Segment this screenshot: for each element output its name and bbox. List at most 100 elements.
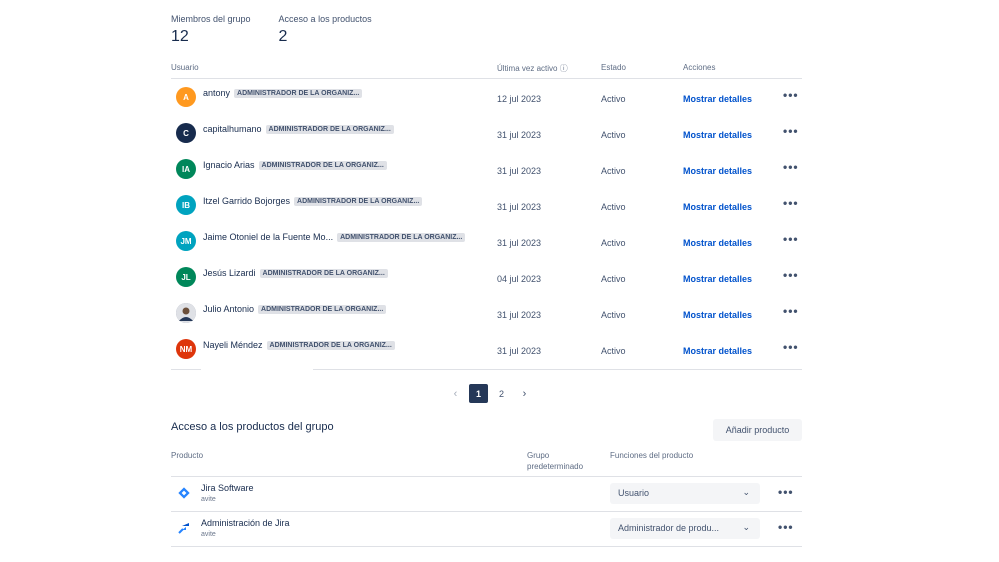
status-text: Activo: [601, 238, 626, 248]
role-badge: ADMINISTRADOR DE LA ORGANIZ...: [259, 269, 388, 278]
show-details-link[interactable]: Mostrar detalles: [683, 310, 752, 320]
members-count: 12: [171, 28, 189, 45]
avatar-initials: C: [183, 128, 189, 138]
user-name-cell: Nayeli Méndez ADMINISTRADOR DE LA ORGANIZ…: [203, 340, 395, 350]
table-row: Ccapitalhumano ADMINISTRADOR DE LA ORGANI…: [171, 115, 802, 151]
more-actions-icon[interactable]: •••: [783, 268, 799, 282]
products-section-title: Acceso a los productos del grupo: [171, 421, 334, 433]
show-details-link[interactable]: Mostrar detalles: [683, 202, 752, 212]
more-actions-icon[interactable]: •••: [783, 340, 799, 354]
show-details-link[interactable]: Mostrar detalles: [683, 346, 752, 356]
products-label: Acceso a los productos: [278, 14, 372, 24]
table-row: JM Jaime Otoniel de la Fuente Mo... ADMINI…: [171, 223, 802, 259]
product-role-value: Administrador de produ...: [618, 523, 720, 533]
user-photo-icon: [176, 303, 196, 323]
avatar[interactable]: A: [176, 87, 196, 107]
prev-page-icon[interactable]: ‹: [446, 384, 465, 403]
show-details-link[interactable]: Mostrar detalles: [683, 94, 752, 104]
more-actions-icon[interactable]: •••: [778, 520, 794, 534]
avatar[interactable]: C: [176, 123, 196, 143]
page-button-2[interactable]: 2: [492, 384, 511, 403]
header-status: Estado: [601, 63, 626, 72]
page-button-1[interactable]: 1: [469, 384, 488, 403]
avatar[interactable]: IA: [176, 159, 196, 179]
more-actions-icon[interactable]: •••: [783, 88, 799, 102]
table-row: NM Nayeli Méndez ADMINISTRADOR DE LA ORGAN…: [171, 331, 802, 367]
user-name[interactable]: Ignacio Arias: [203, 160, 255, 170]
next-page-icon[interactable]: ›: [515, 384, 534, 403]
status-text: Activo: [601, 346, 626, 356]
role-badge: ADMINISTRADOR DE LA ORGANIZ...: [258, 161, 387, 170]
more-actions-icon[interactable]: •••: [778, 485, 794, 499]
last-active-date: 31 jul 2023: [497, 238, 542, 248]
user-name-cell: Jesús Lizardi ADMINISTRADOR DE LA ORGANIZ…: [203, 268, 388, 278]
status-text: Activo: [601, 274, 626, 284]
role-badge: ADMINISTRADOR DE LA ORGANIZ...: [258, 305, 387, 314]
user-name-cell: Jaime Otoniel de la Fuente Mo... ADMINIST…: [203, 232, 466, 242]
users-table-body: Aantony ADMINISTRADOR DE LA ORGANIZ... 12 …: [171, 79, 802, 367]
group-stats: Miembros del grupo 12 Acceso a los produ…: [171, 14, 372, 46]
user-name-cell: Itzel Garrido Bojorges ADMINISTRADOR DE L…: [203, 196, 423, 206]
header-last-active-label: Última vez activo: [497, 64, 558, 73]
avatar[interactable]: JL: [176, 267, 196, 287]
role-badge: ADMINISTRADOR DE LA ORGANIZ...: [337, 233, 466, 242]
avatar[interactable]: [176, 303, 196, 323]
more-actions-icon[interactable]: •••: [783, 124, 799, 138]
header-user: Usuario: [171, 63, 199, 72]
user-name[interactable]: capitalhumano: [203, 124, 262, 134]
avatar[interactable]: JM: [176, 231, 196, 251]
user-name[interactable]: Julio Antonio: [203, 304, 254, 314]
products-table: Producto Grupo predeterminado Funciones …: [171, 449, 802, 547]
user-name[interactable]: Itzel Garrido Bojorges: [203, 196, 290, 206]
products-table-header: Producto Grupo predeterminado Funciones …: [171, 449, 802, 477]
more-actions-icon[interactable]: •••: [783, 232, 799, 246]
user-name[interactable]: antony: [203, 88, 230, 98]
table-row: JL Jesús Lizardi ADMINISTRADOR DE LA ORGAN…: [171, 259, 802, 295]
avatar[interactable]: IB: [176, 195, 196, 215]
avatar-initials: NM: [179, 344, 193, 354]
jira-software-icon: [176, 485, 192, 501]
jira-admin-icon: [176, 520, 192, 536]
show-details-link[interactable]: Mostrar detalles: [683, 166, 752, 176]
header-product: Producto: [171, 451, 204, 460]
add-product-button[interactable]: Añadir producto: [713, 419, 802, 441]
more-actions-icon[interactable]: •••: [783, 196, 799, 210]
avatar-initials: IA: [182, 164, 190, 174]
last-active-date: 31 jul 2023: [497, 310, 542, 320]
avatar-initials: IB: [182, 200, 190, 210]
header-last-active: Última vez activo ⓘ: [497, 63, 568, 74]
product-site: avite: [201, 531, 216, 538]
more-actions-icon[interactable]: •••: [783, 304, 799, 318]
table-row: Aantony ADMINISTRADOR DE LA ORGANIZ... 12 …: [171, 79, 802, 115]
user-name-cell: Ignacio Arias ADMINISTRADOR DE LA ORGANIZ…: [203, 160, 387, 170]
show-details-link[interactable]: Mostrar detalles: [683, 274, 752, 284]
chevron-down-icon: ⌄: [742, 522, 750, 532]
status-text: Activo: [601, 310, 626, 320]
product-role-select[interactable]: Usuario ⌄: [610, 483, 760, 504]
role-badge: ADMINISTRADOR DE LA ORGANIZ...: [265, 125, 394, 134]
users-table-header: Usuario Última vez activo ⓘ Estado Accio…: [171, 62, 802, 79]
user-name[interactable]: Jesús Lizardi: [203, 268, 256, 278]
product-role-value: Usuario: [618, 488, 650, 498]
product-site: avite: [201, 496, 216, 503]
users-table-footer-divider: [171, 369, 802, 370]
show-details-link[interactable]: Mostrar detalles: [683, 130, 752, 140]
user-name[interactable]: Nayeli Méndez: [203, 340, 263, 350]
user-name-cell: antony ADMINISTRADOR DE LA ORGANIZ...: [203, 88, 363, 98]
more-actions-icon[interactable]: •••: [783, 160, 799, 174]
role-badge: ADMINISTRADOR DE LA ORGANIZ...: [266, 341, 395, 350]
avatar[interactable]: NM: [176, 339, 196, 359]
last-active-date: 04 jul 2023: [497, 274, 542, 284]
table-row: Julio Antonio ADMINISTRADOR DE LA ORGANIZ…: [171, 295, 802, 331]
avatar-initials: JM: [180, 236, 192, 246]
last-active-date: 31 jul 2023: [497, 166, 542, 176]
last-active-date: 12 jul 2023: [497, 94, 542, 104]
user-name[interactable]: Jaime Otoniel de la Fuente Mo...: [203, 232, 333, 242]
product-role-select[interactable]: Administrador de produ... ⌄: [610, 518, 760, 539]
show-details-link[interactable]: Mostrar detalles: [683, 238, 752, 248]
info-icon[interactable]: ⓘ: [560, 64, 568, 73]
members-stat: Miembros del grupo 12: [171, 14, 251, 46]
last-active-date: 31 jul 2023: [497, 202, 542, 212]
users-table: Usuario Última vez activo ⓘ Estado Accio…: [171, 62, 802, 370]
status-text: Activo: [601, 94, 626, 104]
